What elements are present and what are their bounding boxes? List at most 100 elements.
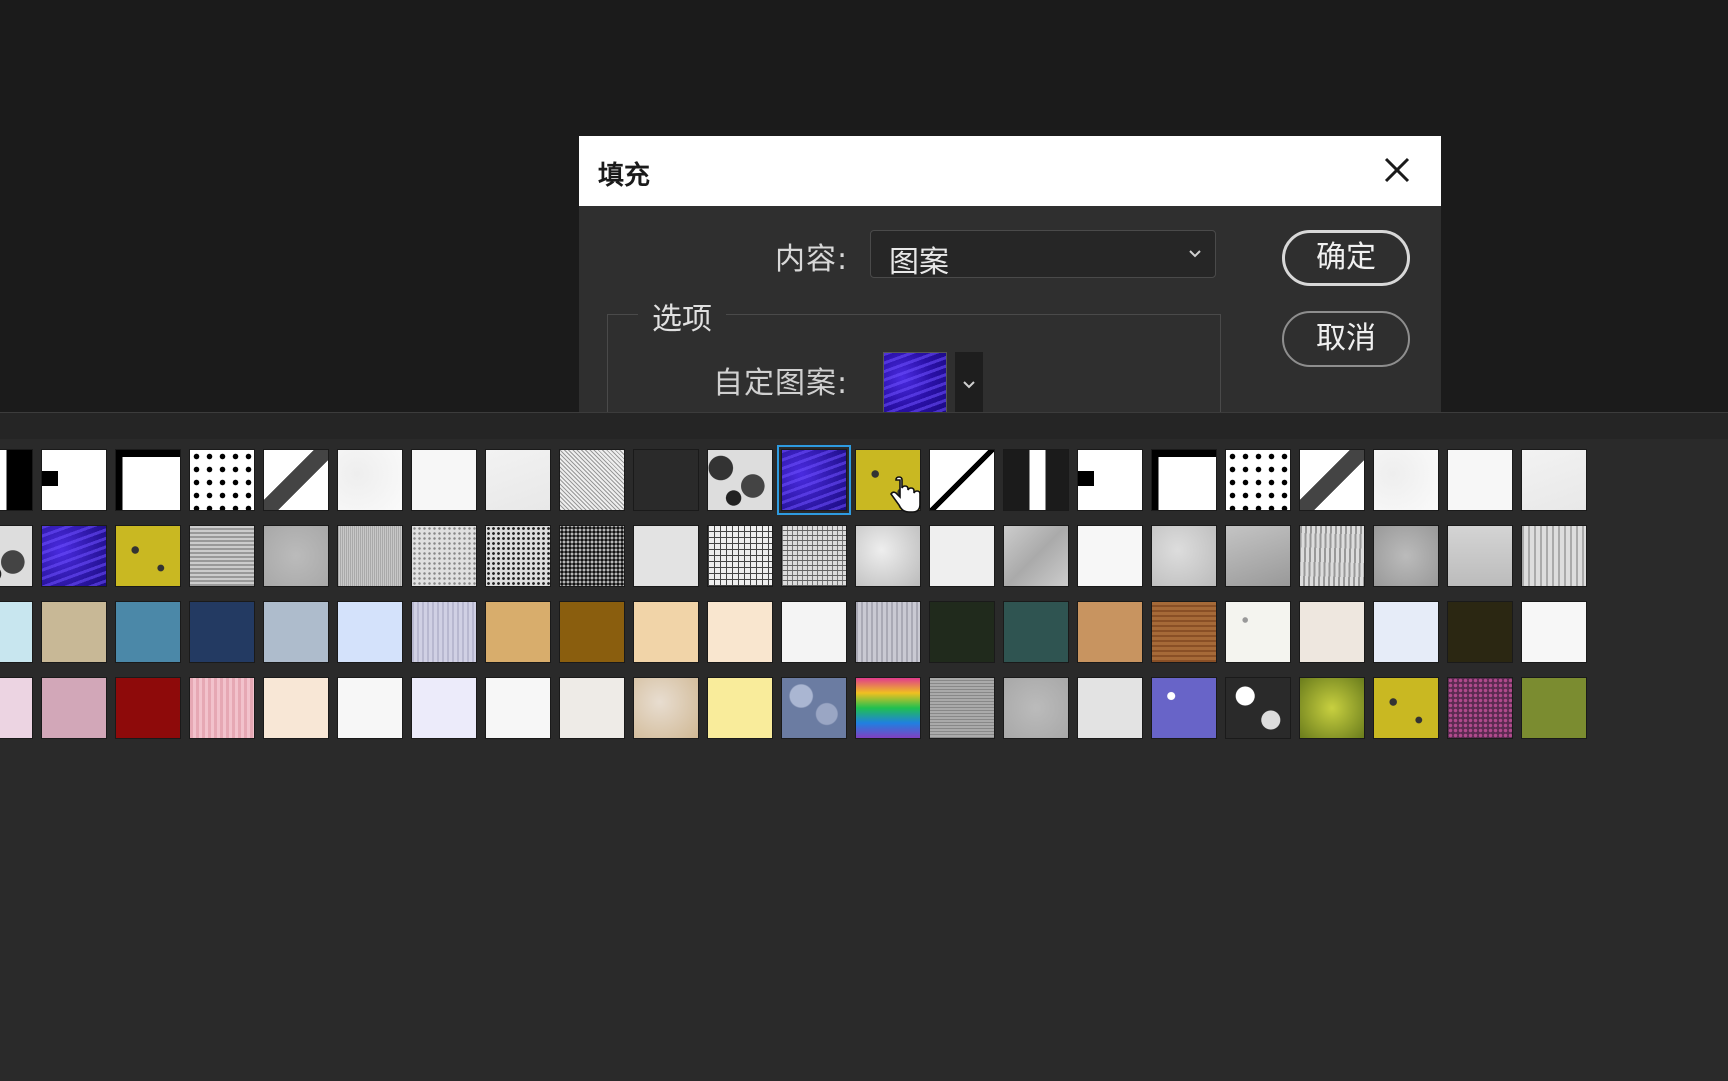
pattern-swatch-light-gray-noise[interactable]: [633, 525, 699, 587]
pattern-swatch-white-plain[interactable]: [485, 677, 551, 739]
custom-pattern-swatch[interactable]: [883, 352, 947, 412]
pattern-swatch-sand[interactable]: [485, 601, 551, 663]
pattern-swatch-black-white-split[interactable]: [0, 449, 33, 511]
pattern-swatch-white-light-gray[interactable]: [1521, 449, 1587, 511]
pattern-swatch-green-moss[interactable]: [1299, 677, 1365, 739]
pattern-swatch-lavender-lines[interactable]: [411, 601, 477, 663]
pattern-swatch-dot-grid[interactable]: [1225, 449, 1291, 511]
pattern-swatch-gray-noise[interactable]: [1003, 677, 1069, 739]
pattern-swatch-pink-pale[interactable]: [0, 677, 33, 739]
pattern-swatch-gray-noise[interactable]: [263, 525, 329, 587]
pattern-swatch-black-speckle[interactable]: [485, 525, 551, 587]
pattern-swatch-white-plain[interactable]: [1447, 449, 1513, 511]
pattern-swatch-gray-streak[interactable]: [1521, 525, 1587, 587]
pattern-swatch-dark-olive[interactable]: [1447, 601, 1513, 663]
pattern-swatch-concentric-squares[interactable]: [633, 449, 699, 511]
pattern-swatch-black-white-rocks[interactable]: [1225, 677, 1291, 739]
pattern-swatch-black-corner-white[interactable]: [1151, 449, 1217, 511]
pattern-swatch-gray-lines[interactable]: [855, 601, 921, 663]
pattern-swatch-black-bar-white[interactable]: [41, 449, 107, 511]
options-legend: 选项: [638, 294, 726, 338]
pattern-swatch-pale-blue[interactable]: [337, 601, 403, 663]
content-label: 内容:: [775, 242, 849, 277]
pattern-swatch-diagonal-pixels[interactable]: [1299, 449, 1365, 511]
close-button[interactable]: [1377, 150, 1417, 190]
pattern-swatch-blue-purple-wave[interactable]: [41, 525, 107, 587]
pattern-swatch-sand-marble[interactable]: [633, 677, 699, 739]
pattern-swatch-yellow-sponge[interactable]: [855, 449, 921, 511]
pattern-swatch-white-flecks[interactable]: [1225, 601, 1291, 663]
pattern-swatch-gray-bark[interactable]: [1299, 525, 1365, 587]
pattern-swatch-blue-gray-paper[interactable]: [263, 601, 329, 663]
pattern-swatch-gray-weave[interactable]: [189, 525, 255, 587]
pattern-swatch-white-plain[interactable]: [337, 677, 403, 739]
pattern-swatch-light-brown[interactable]: [1077, 601, 1143, 663]
pattern-swatch-gray-fine-noise[interactable]: [337, 525, 403, 587]
pattern-swatch-gray-fabric[interactable]: [929, 677, 995, 739]
content-select[interactable]: 图案: [870, 230, 1216, 280]
pattern-swatch-white-paper[interactable]: [781, 601, 847, 663]
pattern-swatch-blue-bubbles[interactable]: [781, 677, 847, 739]
pattern-swatch-rainbow[interactable]: [855, 677, 921, 739]
pattern-swatch-light-gray-smooth[interactable]: [1447, 525, 1513, 587]
cancel-button[interactable]: 取消: [1282, 311, 1410, 367]
pattern-swatch-gray-crumple[interactable]: [1003, 525, 1069, 587]
pattern-swatch-white-light-gray[interactable]: [485, 449, 551, 511]
pattern-swatch-gray-mottle[interactable]: [1373, 525, 1439, 587]
ok-button[interactable]: 确定: [1282, 230, 1410, 286]
pattern-swatch-steel-blue[interactable]: [115, 601, 181, 663]
pattern-swatch-white-speckle[interactable]: [1373, 449, 1439, 511]
pattern-swatch-diagonal-pixels[interactable]: [263, 449, 329, 511]
pattern-swatch-olive-moss[interactable]: [1521, 677, 1587, 739]
pattern-swatch-white-plain[interactable]: [1077, 525, 1143, 587]
pattern-swatch-purple-gravel[interactable]: [1447, 677, 1513, 739]
pattern-swatch-ochre-dark[interactable]: [559, 601, 625, 663]
pattern-swatch-lavender-pale[interactable]: [411, 677, 477, 739]
pattern-swatch-camo-gray[interactable]: [707, 449, 773, 511]
pattern-swatch-white-speckle[interactable]: [337, 449, 403, 511]
pattern-swatch-peach[interactable]: [633, 601, 699, 663]
pattern-swatch-gray-rough[interactable]: [1225, 525, 1291, 587]
pattern-swatch-light-gray-noise[interactable]: [1077, 677, 1143, 739]
pattern-swatch-mesh-grid[interactable]: [707, 525, 773, 587]
pattern-swatch-dusty-pink[interactable]: [41, 677, 107, 739]
pattern-swatch-dark-red[interactable]: [115, 677, 181, 739]
pattern-swatch-camo-gray[interactable]: [0, 525, 33, 587]
pattern-swatch-white-plain[interactable]: [411, 449, 477, 511]
pattern-swatch-yellow-sponge[interactable]: [1373, 677, 1439, 739]
chevron-down-icon: [963, 381, 975, 389]
pattern-swatch-blue-flowers[interactable]: [1151, 677, 1217, 739]
pattern-swatch-tan[interactable]: [41, 601, 107, 663]
pattern-swatch-pale-yellow[interactable]: [707, 677, 773, 739]
pattern-swatch-brown-wood[interactable]: [1151, 601, 1217, 663]
pattern-swatch-black-bar-white[interactable]: [1077, 449, 1143, 511]
close-icon: [1384, 157, 1410, 183]
pattern-swatch-pale-blue-light[interactable]: [1373, 601, 1439, 663]
pattern-swatch-woven-gray[interactable]: [781, 525, 847, 587]
pattern-swatch-black-white-bar-v[interactable]: [1003, 449, 1069, 511]
pattern-swatch-cream-peach[interactable]: [263, 677, 329, 739]
fill-dialog: 填充 内容: 图案 确定 取消 选项 自定图案:: [579, 136, 1441, 412]
pattern-swatch-cream[interactable]: [707, 601, 773, 663]
pattern-swatch-yellow-sponge[interactable]: [115, 525, 181, 587]
pattern-swatch-gray-marble[interactable]: [855, 525, 921, 587]
pattern-swatch-off-white[interactable]: [559, 677, 625, 739]
dialog-title: 填充: [598, 161, 651, 191]
pattern-swatch-blue-purple-wave[interactable]: [777, 445, 851, 515]
pattern-swatch-dot-grid[interactable]: [189, 449, 255, 511]
pattern-swatch-white-plain[interactable]: [1521, 601, 1587, 663]
pattern-swatch-black-corner-white[interactable]: [115, 449, 181, 511]
pattern-swatch-black-white-noise[interactable]: [559, 449, 625, 511]
pattern-swatch-diagonal-line[interactable]: [929, 449, 995, 511]
pattern-swatch-gray-speckle[interactable]: [411, 525, 477, 587]
pattern-swatch-cream-light[interactable]: [1299, 601, 1365, 663]
pattern-swatch-gray-stucco[interactable]: [1151, 525, 1217, 587]
pattern-dropdown-button[interactable]: [955, 352, 983, 412]
pattern-swatch-pink-stripes[interactable]: [189, 677, 255, 739]
pattern-swatch-dark-green[interactable]: [929, 601, 995, 663]
pattern-swatch-teal-granite[interactable]: [1003, 601, 1069, 663]
pattern-swatch-black-dense-speckle[interactable]: [559, 525, 625, 587]
pattern-swatch-navy-denim[interactable]: [189, 601, 255, 663]
pattern-swatch-white-soft[interactable]: [929, 525, 995, 587]
pattern-swatch-light-blue[interactable]: [0, 601, 33, 663]
